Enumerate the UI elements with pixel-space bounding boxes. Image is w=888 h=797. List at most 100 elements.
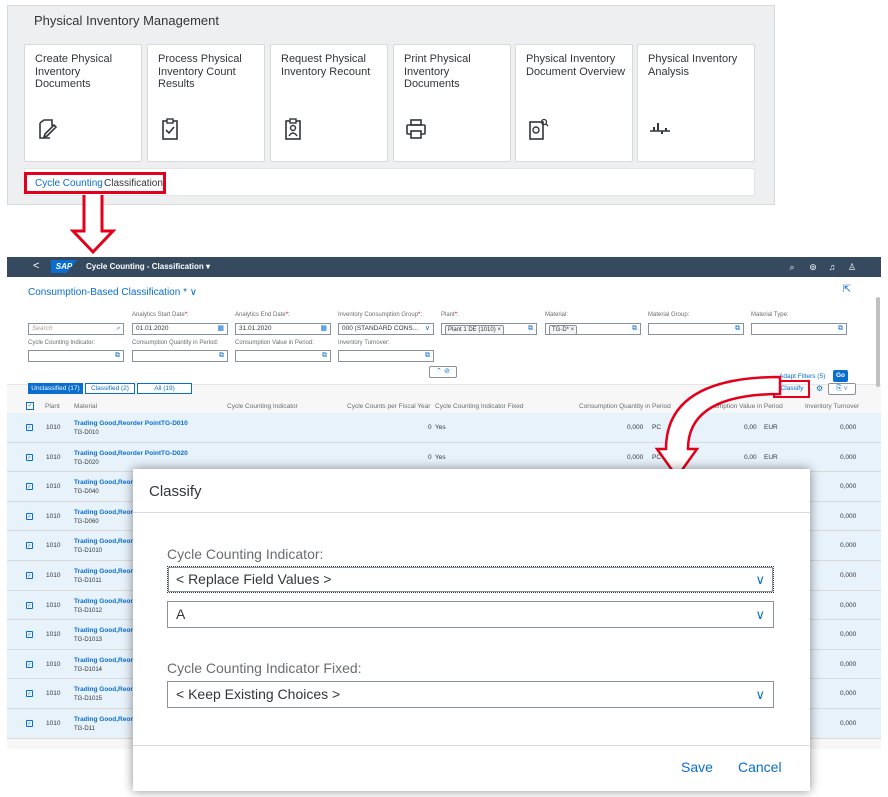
turnover-cell: 0,000 (840, 720, 857, 727)
tab-classified[interactable]: Classified (2) (85, 383, 135, 394)
turnover-field[interactable]: ⧉ (338, 350, 434, 362)
chevron-down-icon[interactable]: ∨ (755, 567, 765, 592)
column-header[interactable]: Inventory Turnover (805, 403, 859, 410)
chevron-down-icon[interactable]: ∨ (425, 324, 430, 334)
row-checkbox[interactable]: ✓ (26, 424, 33, 431)
row-checkbox[interactable]: ✓ (26, 483, 33, 491)
material-token[interactable]: TG-D* × (549, 325, 578, 335)
row-checkbox[interactable]: ✓ (26, 601, 33, 609)
search-input[interactable]: Search ⌕ (28, 323, 124, 335)
material-link[interactable]: Trading Good,Reord (74, 686, 137, 693)
user-icon[interactable]: ♙ (847, 262, 857, 272)
value-help-icon[interactable]: ⧉ (425, 351, 430, 361)
tile-create-documents[interactable]: Create Physical Inventory Documents (24, 44, 142, 162)
back-icon[interactable]: < (33, 260, 39, 272)
row-checkbox[interactable]: ✓ (26, 572, 33, 579)
material-id-cell: TG-D040 (74, 489, 99, 496)
tile-print-documents[interactable]: Print Physical Inventory Documents (393, 44, 511, 162)
consumption-value-field[interactable]: ⧉ (235, 350, 331, 362)
row-checkbox[interactable]: ✓ (26, 631, 33, 639)
chevron-down-icon[interactable]: ∨ (755, 602, 765, 627)
tile-request-recount[interactable]: Request Physical Inventory Recount (270, 44, 388, 162)
column-header[interactable]: Cycle Counting Indicator (227, 403, 298, 410)
variant-selector[interactable]: Consumption-Based Classification * ∨ (28, 287, 197, 298)
select-all-checkbox[interactable]: ✓ (26, 402, 34, 410)
tab-all[interactable]: All (19) (137, 383, 192, 394)
value-help-icon[interactable]: ⧉ (115, 351, 120, 361)
cci-field[interactable]: ⧉ (28, 350, 124, 362)
consumption-qty-field[interactable]: ⧉ (132, 350, 228, 362)
tab-unclassified[interactable]: Unclassified (17) (28, 383, 83, 394)
row-checkbox[interactable]: ✓ (26, 512, 33, 520)
dialog-title: Classify (149, 483, 202, 500)
value-help-icon[interactable]: ⧉ (528, 324, 533, 334)
material-link[interactable]: Trading Good,Reorder PointTG-D020 (74, 450, 188, 457)
column-header[interactable]: Material (74, 403, 97, 410)
export-button[interactable]: ⎘ ∨ (828, 383, 856, 395)
group-title: Physical Inventory Management (34, 13, 219, 28)
cci-fixed-cell: Yes (435, 424, 446, 431)
notification-icon[interactable]: ♫ (827, 262, 837, 272)
row-checkbox[interactable]: ✓ (26, 660, 33, 668)
material-group-field[interactable]: ⧉ (648, 323, 744, 335)
tile-title: Physical Inventory Analysis (648, 53, 738, 78)
cci-value-select[interactable]: A ∨ (167, 601, 774, 628)
cci-mode-select[interactable]: < Replace Field Values > ∨ (167, 566, 774, 593)
cci-fixed-select[interactable]: < Keep Existing Choices > ∨ (167, 681, 774, 708)
plant-token[interactable]: Plant 1 DE (1010) × (445, 325, 504, 335)
share-icon[interactable]: ⇱ (843, 284, 851, 295)
calendar-icon[interactable]: ▦ (320, 324, 327, 334)
classification-link[interactable]: Classification (104, 178, 163, 189)
row-checkbox[interactable]: ✓ (26, 542, 33, 550)
tile-process-count-results[interactable]: Process Physical Inventory Count Results (147, 44, 265, 162)
value-help-icon[interactable]: ⧉ (322, 351, 327, 361)
cycle-counting-link[interactable]: Cycle Counting (35, 178, 103, 189)
material-id-cell: TG-D010 (74, 430, 99, 436)
material-link[interactable]: Trading Good,Reorder PointTG-D010 (74, 420, 188, 427)
column-header[interactable]: Cycle Counting Indicator Fixed (435, 403, 524, 410)
plant-cell: 1010 (46, 720, 61, 727)
app-title[interactable]: Cycle Counting - Classification ▾ (86, 262, 210, 271)
edit-document-icon (39, 119, 58, 139)
material-type-field[interactable]: ⧉ (751, 323, 847, 335)
material-field[interactable]: TG-D* × ⧉ (545, 323, 641, 335)
value-help-icon[interactable]: ⧉ (632, 324, 637, 334)
material-link[interactable]: Trading Good,Reord (74, 538, 137, 545)
header-collapse-toggle[interactable]: ⌃ ⊘ (429, 366, 457, 378)
row-checkbox[interactable]: ✓ (26, 690, 33, 698)
start-date-field[interactable]: 01.01.2020 ▦ (132, 323, 228, 335)
material-link[interactable]: Trading Good,Reord (74, 568, 137, 575)
plant-cell: 1010 (46, 453, 61, 461)
help-icon[interactable]: ⊚ (808, 262, 818, 272)
value-help-icon[interactable]: ⧉ (838, 324, 843, 334)
material-id-cell: TG-D1014 (74, 666, 103, 673)
row-checkbox[interactable]: ✓ (26, 453, 33, 461)
row-checkbox[interactable]: ✓ (26, 720, 33, 727)
column-header[interactable]: Plant (45, 403, 60, 410)
value-help-icon[interactable]: ⧉ (735, 324, 740, 334)
end-date-field[interactable]: 31.01.2020 ▦ (235, 323, 331, 335)
search-icon[interactable]: ⌕ (787, 262, 797, 272)
consumption-group-select[interactable]: 000 (STANDARD CONS... ∨ (338, 323, 434, 335)
tile-document-overview[interactable]: Physical Inventory Document Overview (515, 44, 633, 162)
tile-inventory-analysis[interactable]: Physical Inventory Analysis (637, 44, 755, 162)
material-link[interactable]: Trading Good,Reord (74, 716, 137, 723)
settings-icon[interactable]: ⚙ (816, 384, 823, 393)
cycle-counts-cell: 0 (428, 453, 432, 461)
material-link[interactable]: Trading Good,Reord (74, 479, 137, 486)
chevron-down-icon[interactable]: ∨ (755, 682, 765, 707)
material-link[interactable]: Trading Good,Reord (74, 627, 137, 634)
material-id-cell: TG-D1012 (74, 607, 103, 614)
save-button[interactable]: Save (681, 759, 713, 775)
value-help-icon[interactable]: ⧉ (219, 351, 224, 361)
scrollbar[interactable] (876, 297, 880, 387)
start-date-label: Analytics Start Date*: (132, 312, 189, 318)
calendar-icon[interactable]: ▦ (217, 324, 224, 334)
material-link[interactable]: Trading Good,Reord (74, 598, 137, 605)
column-header[interactable]: Cycle Counts per Fiscal Year (347, 403, 430, 410)
cancel-button[interactable]: Cancel (738, 759, 782, 775)
plant-field[interactable]: Plant 1 DE (1010) × ⧉ (441, 323, 537, 335)
material-link[interactable]: Trading Good,Reord (74, 509, 137, 516)
tile-title: Print Physical Inventory Documents (404, 53, 471, 90)
material-link[interactable]: Trading Good,Reord (74, 657, 137, 664)
